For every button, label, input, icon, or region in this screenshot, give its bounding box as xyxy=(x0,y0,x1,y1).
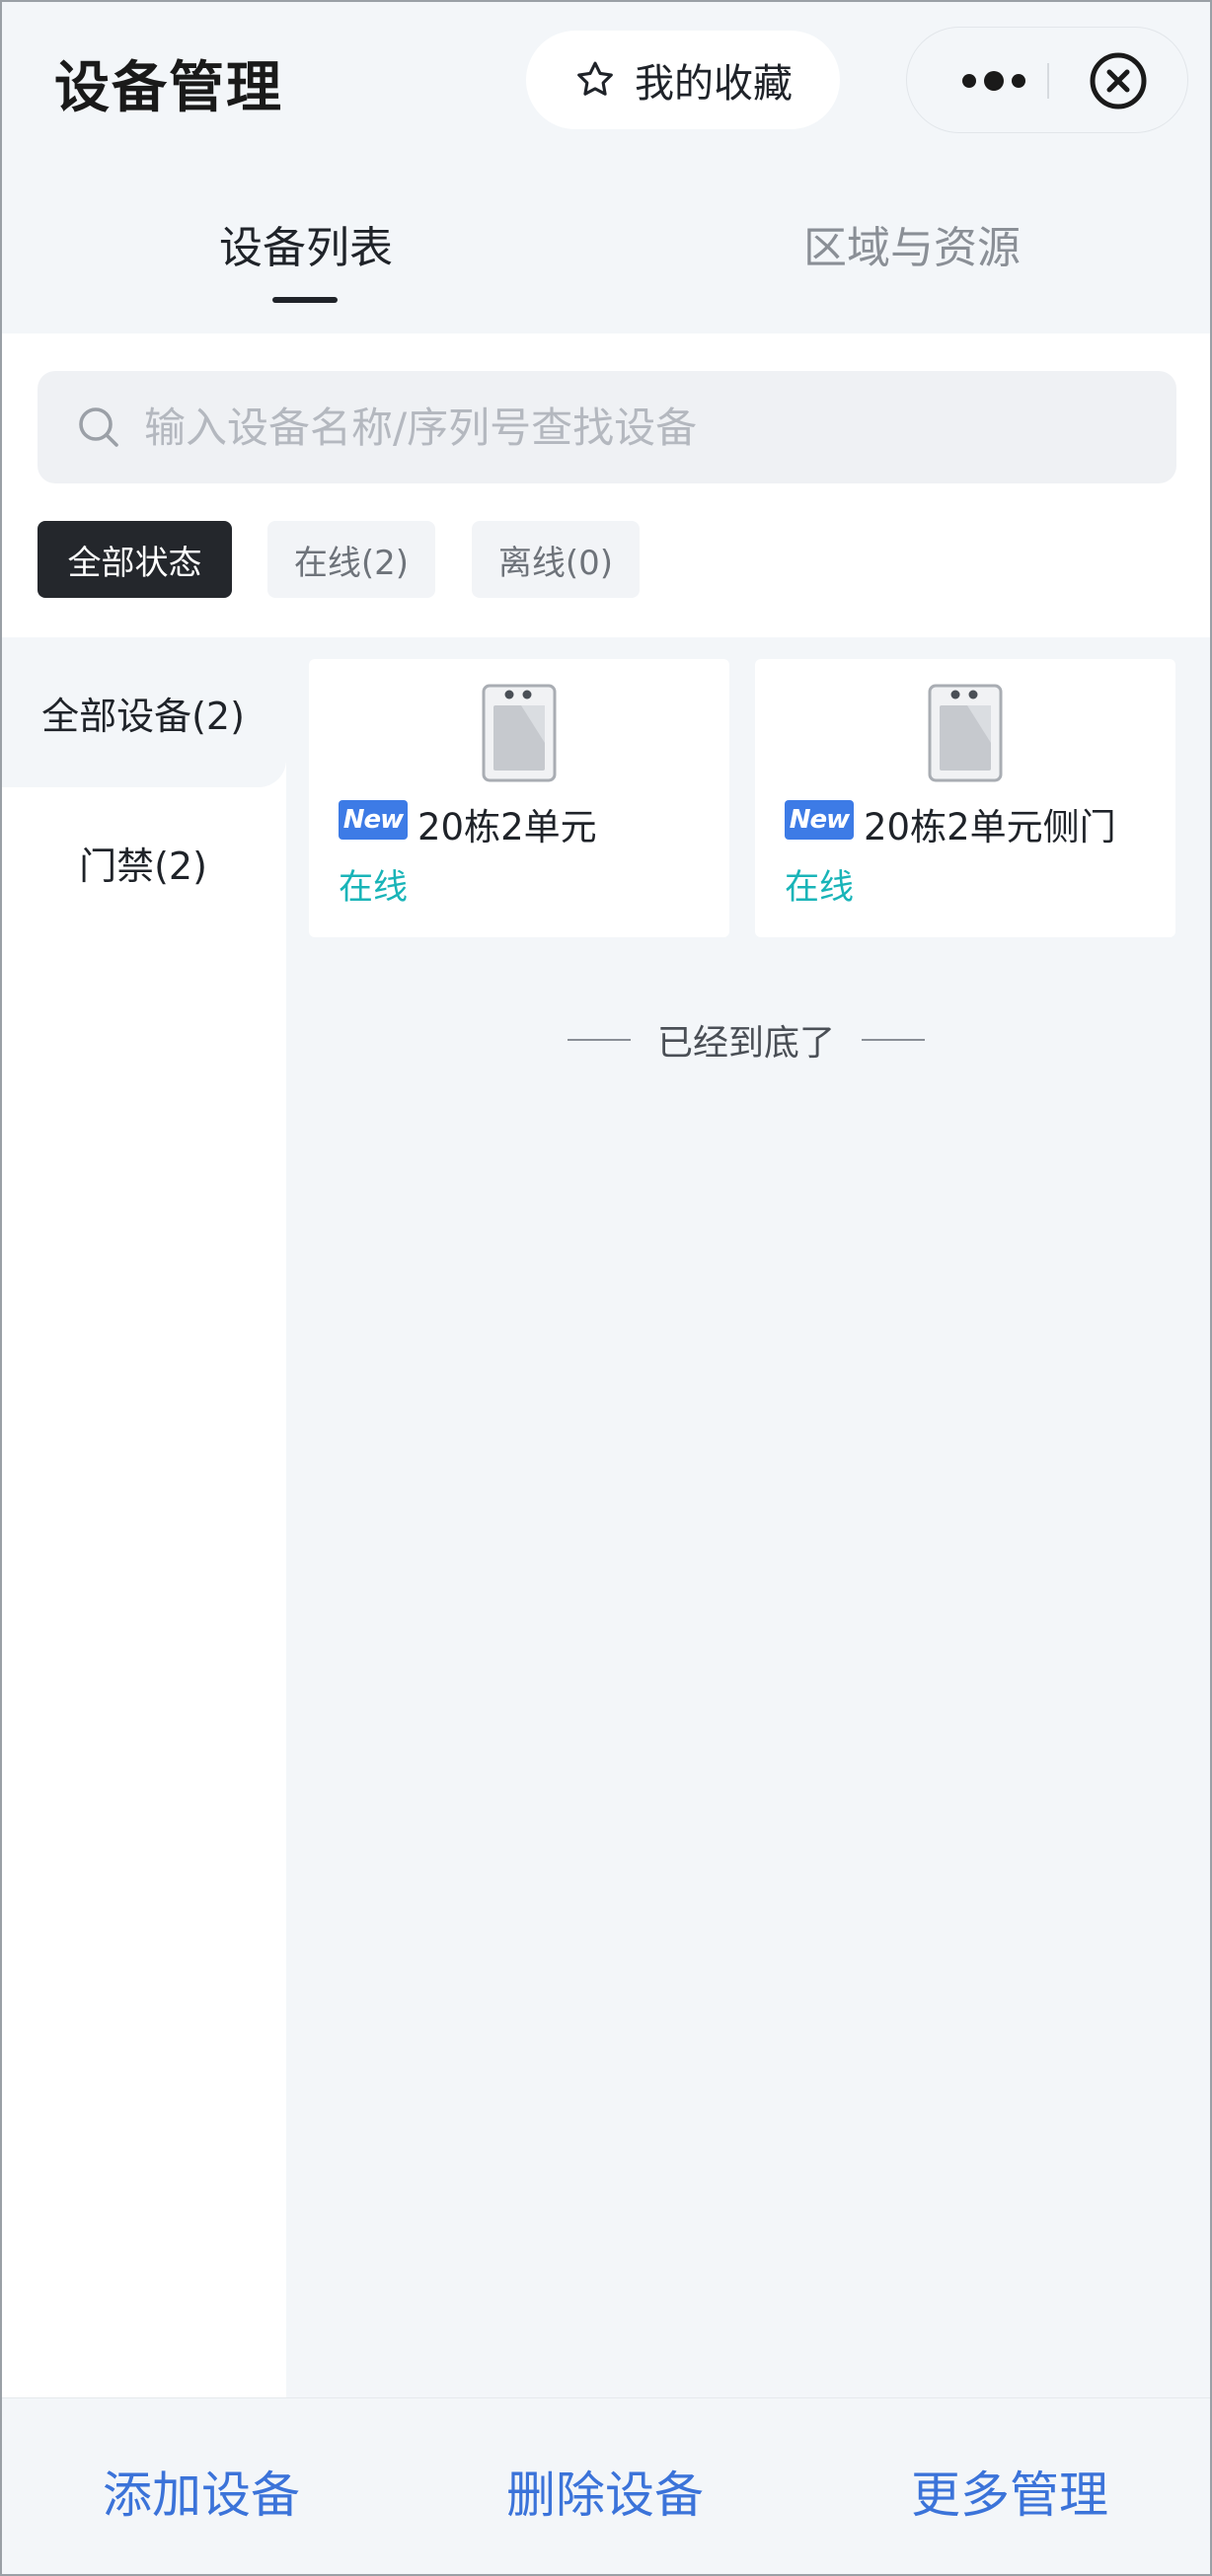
tab-device-list[interactable]: 设备列表 xyxy=(219,212,393,275)
more-dots-icon xyxy=(984,71,1004,91)
active-tab-indicator xyxy=(272,297,338,303)
search-bar[interactable] xyxy=(38,371,1176,483)
search-icon xyxy=(79,407,118,447)
more-management-button[interactable]: 更多管理 xyxy=(911,2456,1108,2527)
filter-offline[interactable]: 离线(0) xyxy=(472,521,640,598)
new-badge: New xyxy=(339,800,408,840)
favorites-button[interactable]: 我的收藏 xyxy=(526,31,840,129)
star-outline-icon xyxy=(577,61,613,96)
new-badge: New xyxy=(785,800,854,840)
device-card[interactable]: New 20栋2单元侧门 在线 xyxy=(755,659,1175,937)
add-device-button[interactable]: 添加设备 xyxy=(103,2456,300,2527)
device-name: 20栋2单元侧门 xyxy=(864,806,1116,848)
access-control-device-icon xyxy=(482,684,557,782)
device-status: 在线 xyxy=(339,868,409,908)
filter-online[interactable]: 在线(2) xyxy=(267,521,435,598)
device-browser: 全部设备(2) 门禁(2) New 20栋2单元 在线 New 20栋2单元侧门… xyxy=(0,637,1212,2397)
device-name: 20栋2单元 xyxy=(417,806,597,848)
capsule-divider xyxy=(1047,63,1049,99)
search-filter-panel: 全部状态 在线(2) 离线(0) xyxy=(0,333,1212,637)
more-dots-icon xyxy=(1012,74,1025,88)
sidebar-item-access-control[interactable]: 门禁(2) xyxy=(0,787,286,937)
bottom-toolbar: 添加设备 删除设备 更多管理 xyxy=(0,2397,1212,2576)
divider-line xyxy=(568,1039,631,1041)
more-button[interactable] xyxy=(945,61,1043,101)
category-sidebar: 全部设备(2) 门禁(2) xyxy=(0,637,286,2397)
list-end-text: 已经到底了 xyxy=(656,1023,835,1064)
favorites-label: 我的收藏 xyxy=(635,61,793,107)
more-dots-icon xyxy=(962,74,976,88)
miniprogram-capsule xyxy=(906,27,1188,133)
close-circle-icon[interactable] xyxy=(1089,51,1148,110)
tab-bar: 设备列表 区域与资源 xyxy=(0,158,1212,333)
header-bar: 设备管理 我的收藏 xyxy=(0,0,1212,158)
device-card[interactable]: New 20栋2单元 在线 xyxy=(309,659,729,937)
divider-line xyxy=(861,1039,925,1041)
device-status: 在线 xyxy=(785,868,855,908)
page-title: 设备管理 xyxy=(54,56,283,120)
access-control-device-icon xyxy=(928,684,1003,782)
delete-device-button[interactable]: 删除设备 xyxy=(506,2456,704,2527)
tab-area-resources[interactable]: 区域与资源 xyxy=(803,212,1021,275)
search-input[interactable] xyxy=(144,403,1131,452)
filter-all-status[interactable]: 全部状态 xyxy=(38,521,232,598)
sidebar-item-all-devices[interactable]: 全部设备(2) xyxy=(0,637,286,787)
list-end-indicator: 已经到底了 xyxy=(568,1015,925,1065)
